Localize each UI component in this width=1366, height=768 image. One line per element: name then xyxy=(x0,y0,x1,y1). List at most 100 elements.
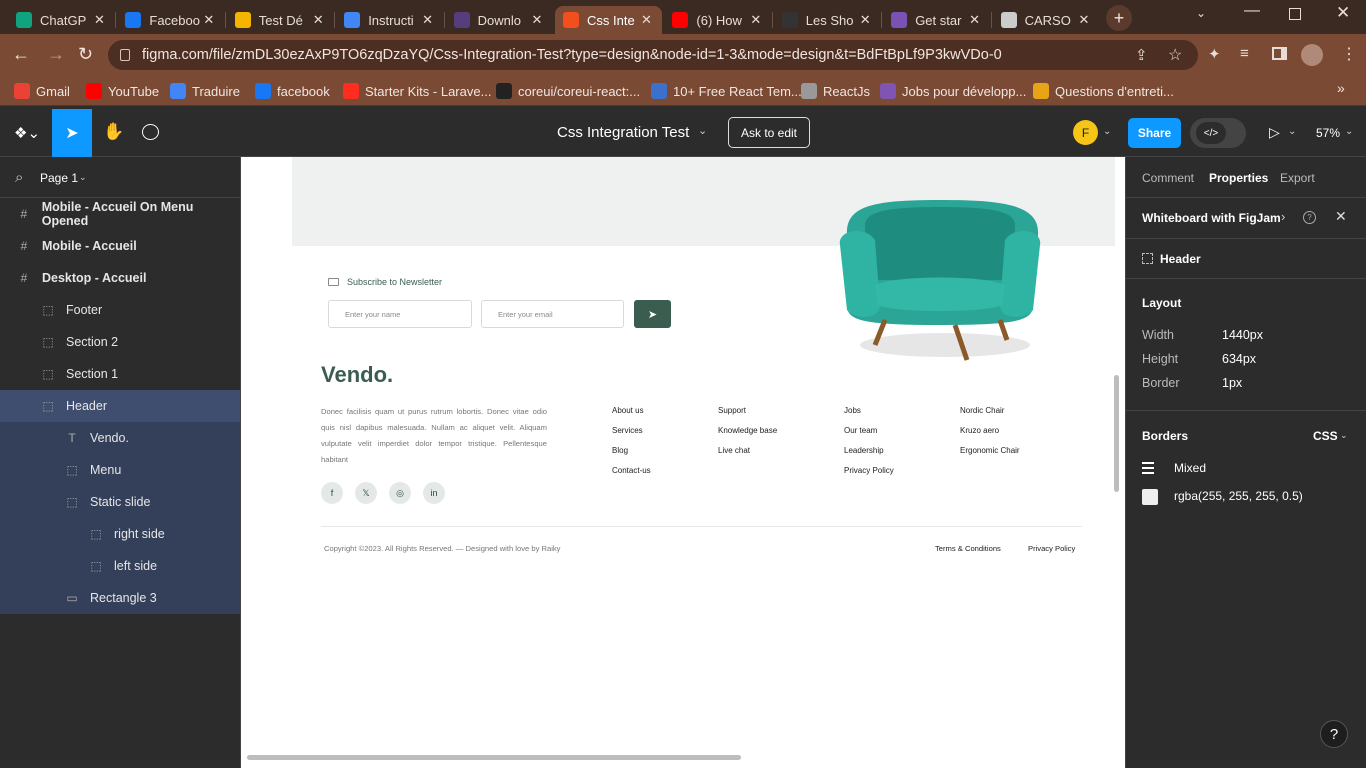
tab-comment[interactable]: Comment xyxy=(1142,171,1194,185)
reload-icon[interactable]: ↻ xyxy=(78,44,93,65)
maximize-icon[interactable] xyxy=(1289,8,1301,20)
layer-item[interactable]: # Mobile - Accueil On Menu Opened xyxy=(0,198,240,230)
horizontal-scrollbar[interactable] xyxy=(247,755,741,760)
tab-close-icon[interactable]: ✕ xyxy=(529,12,545,28)
footer-link[interactable]: Jobs xyxy=(844,406,861,415)
tab-close-icon[interactable]: ✕ xyxy=(91,12,107,28)
avatar-chevron-icon[interactable]: ⌄ xyxy=(1103,126,1111,137)
design-canvas[interactable]: Subscribe to Newsletter Enter your name … xyxy=(241,157,1125,768)
bookmark-item[interactable]: Traduire xyxy=(170,82,240,100)
tab-item[interactable]: Downlo ✕ xyxy=(446,6,553,34)
layer-item[interactable]: ⬚ right side xyxy=(0,518,240,550)
footer-link[interactable]: Support xyxy=(718,406,746,415)
whiteboard-link[interactable]: Whiteboard with FigJam xyxy=(1142,211,1281,225)
help-circle-icon[interactable]: ? xyxy=(1303,211,1316,224)
footer-link[interactable]: Our team xyxy=(844,426,877,435)
bookmark-item[interactable]: coreui/coreui-react:... xyxy=(496,82,640,100)
comment-tool-icon[interactable] xyxy=(142,124,159,140)
layer-item[interactable]: ⬚ Static slide xyxy=(0,486,240,518)
footer-link[interactable]: Services xyxy=(612,426,643,435)
present-icon[interactable]: ▷ xyxy=(1269,124,1280,141)
linkedin-icon[interactable]: in xyxy=(423,482,445,504)
height-value[interactable]: 634px xyxy=(1222,352,1256,366)
tab-close-icon[interactable]: ✕ xyxy=(420,12,436,28)
footer-link[interactable]: Contact-us xyxy=(612,466,651,475)
present-chevron-icon[interactable]: ⌄ xyxy=(1288,126,1296,137)
name-input[interactable]: Enter your name xyxy=(328,300,472,328)
bookmark-item[interactable]: Starter Kits - Larave... xyxy=(343,82,491,100)
tab-close-icon[interactable]: ✕ xyxy=(857,12,873,28)
chevron-down-icon[interactable]: ⌄ xyxy=(1340,430,1348,441)
tab-close-icon[interactable]: ✕ xyxy=(310,12,326,28)
footer-link[interactable]: Knowledge base xyxy=(718,426,777,435)
terms-link[interactable]: Terms & Conditions xyxy=(935,544,1001,553)
search-icon[interactable]: ⌕ xyxy=(15,169,23,186)
layer-item[interactable]: ▭ Rectangle 3 xyxy=(0,582,240,614)
chevron-right-icon[interactable]: › xyxy=(1281,209,1285,224)
chrome-menu-icon[interactable]: ⋮ xyxy=(1341,44,1357,64)
vertical-scrollbar[interactable] xyxy=(1114,375,1119,492)
side-panel-icon[interactable] xyxy=(1272,47,1287,60)
tab-item[interactable]: Get star ✕ xyxy=(883,6,990,34)
bookmark-item[interactable]: ReactJs xyxy=(801,82,870,100)
footer-link[interactable]: About us xyxy=(612,406,644,415)
close-icon[interactable]: ✕ xyxy=(1335,208,1347,225)
tab-close-icon[interactable]: ✕ xyxy=(1076,12,1092,28)
bookmark-star-icon[interactable]: ☆ xyxy=(1168,45,1182,65)
privacy-link[interactable]: Privacy Policy xyxy=(1028,544,1075,553)
page-chevron-icon[interactable]: ⌄ xyxy=(79,172,87,183)
bookmark-item[interactable]: Gmail xyxy=(14,82,70,100)
help-button[interactable]: ? xyxy=(1320,720,1348,748)
back-icon[interactable]: ← xyxy=(12,44,30,65)
footer-link[interactable]: Ergonomic Chair xyxy=(960,446,1020,455)
color-swatch[interactable] xyxy=(1142,489,1158,505)
bookmark-item[interactable]: 10+ Free React Tem... xyxy=(651,82,802,100)
page-selector[interactable]: Page 1 xyxy=(40,171,78,185)
instagram-icon[interactable]: ◎ xyxy=(389,482,411,504)
tab-close-icon[interactable]: ✕ xyxy=(748,12,764,28)
minimize-icon[interactable]: — xyxy=(1244,2,1260,20)
tab-item[interactable]: CARSO ✕ xyxy=(993,6,1100,34)
layer-item[interactable]: ⬚ Section 2 xyxy=(0,326,240,358)
new-tab-button[interactable]: + xyxy=(1106,5,1132,31)
forward-icon[interactable]: → xyxy=(47,44,65,65)
border-value[interactable]: 1px xyxy=(1222,376,1242,390)
more-bookmarks-icon[interactable]: » xyxy=(1337,80,1345,96)
close-window-icon[interactable]: ✕ xyxy=(1336,3,1350,23)
tab-item[interactable]: Les Sho ✕ xyxy=(774,6,881,34)
bookmark-item[interactable]: Questions d'entreti... xyxy=(1033,82,1174,100)
figma-menu-icon[interactable]: ❖⌄ xyxy=(14,124,40,142)
email-input[interactable]: Enter your email xyxy=(481,300,624,328)
tab-close-icon[interactable]: ✕ xyxy=(967,12,983,28)
bookmark-item[interactable]: YouTube xyxy=(86,82,159,100)
dev-mode-toggle[interactable]: </> xyxy=(1190,118,1246,148)
move-tool-icon[interactable]: ➤ xyxy=(52,109,92,157)
media-icon[interactable]: ≡ xyxy=(1240,45,1249,62)
facebook-icon[interactable]: f xyxy=(321,482,343,504)
border-color-value[interactable]: rgba(255, 255, 255, 0.5) xyxy=(1174,489,1303,503)
footer-link[interactable]: Leadership xyxy=(844,446,884,455)
bookmark-item[interactable]: Jobs pour développ... xyxy=(880,82,1026,100)
tab-search-icon[interactable]: ⌄ xyxy=(1196,6,1206,20)
x-icon[interactable]: 𝕏 xyxy=(355,482,377,504)
bookmark-item[interactable]: facebook xyxy=(255,82,330,100)
hand-tool-icon[interactable]: ✋ xyxy=(103,122,124,142)
layer-item[interactable]: # Mobile - Accueil xyxy=(0,230,240,262)
extensions-icon[interactable]: ✦ xyxy=(1208,45,1221,63)
footer-link[interactable]: Nordic Chair xyxy=(960,406,1004,415)
layer-item[interactable]: T Vendo. xyxy=(0,422,240,454)
ask-to-edit-button[interactable]: Ask to edit xyxy=(728,117,810,148)
share-page-icon[interactable]: ⇪ xyxy=(1135,46,1148,64)
tab-export[interactable]: Export xyxy=(1280,171,1315,185)
layer-item[interactable]: ⬚ Section 1 xyxy=(0,358,240,390)
layer-item[interactable]: ⬚ Footer xyxy=(0,294,240,326)
file-title-chevron-icon[interactable]: ⌄ xyxy=(698,124,707,137)
footer-link[interactable]: Kruzo aero xyxy=(960,426,999,435)
lock-icon[interactable] xyxy=(120,49,130,61)
borders-format-select[interactable]: CSS xyxy=(1313,429,1338,443)
width-value[interactable]: 1440px xyxy=(1222,328,1263,342)
tab-properties[interactable]: Properties xyxy=(1209,171,1268,185)
send-button[interactable]: ➤ xyxy=(634,300,671,328)
footer-link[interactable]: Privacy Policy xyxy=(844,466,894,475)
file-title[interactable]: Css Integration Test xyxy=(557,124,689,141)
